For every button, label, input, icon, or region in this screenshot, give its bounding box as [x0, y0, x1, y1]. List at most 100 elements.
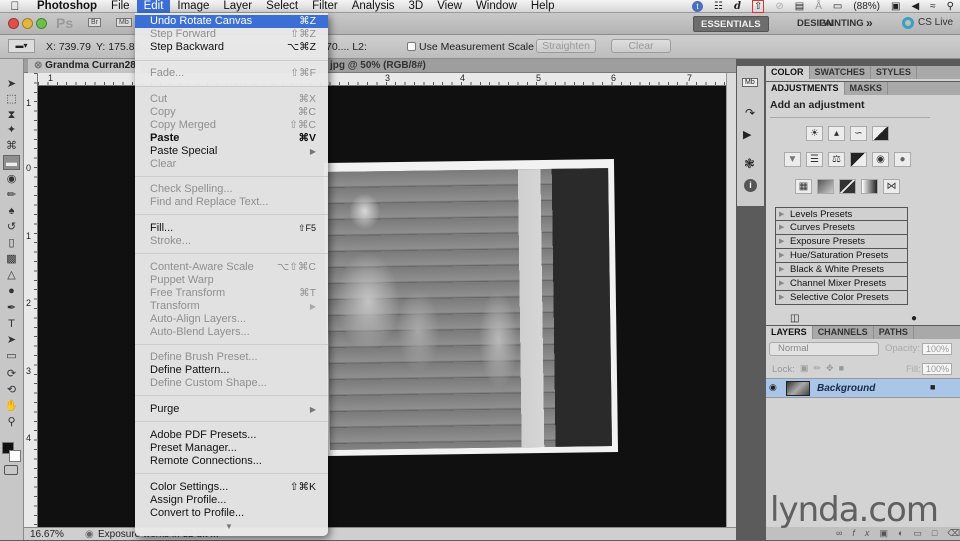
menu-item-assign-profile[interactable]: Assign Profile... [135, 494, 328, 507]
menu-item-adobe-pdf-presets[interactable]: Adobe PDF Presets... [135, 429, 328, 442]
preset-channel-mixer[interactable]: Channel Mixer Presets [775, 277, 908, 291]
tab-layers[interactable]: LAYERS [766, 326, 813, 339]
menu-3d[interactable]: 3D [402, 0, 431, 13]
lasso-tool-icon[interactable]: ⧗ [3, 108, 20, 123]
blur-tool-icon[interactable]: △ [3, 268, 20, 283]
menu-item-paste-special[interactable]: Paste Special ▶ [135, 145, 328, 158]
3d-orbit-tool-icon[interactable]: ⟲ [3, 383, 20, 398]
close-window-button[interactable] [8, 18, 19, 29]
tab-swatches[interactable]: SWATCHES [810, 66, 871, 79]
zoom-tool-icon[interactable]: ⚲ [3, 415, 20, 430]
black-white-icon[interactable] [850, 152, 867, 167]
fill-input[interactable]: 100% [922, 363, 952, 375]
opacity-input[interactable]: 100% [922, 343, 952, 355]
wifi-icon[interactable]: ≈ [930, 1, 936, 12]
gradient-map-icon[interactable] [861, 179, 878, 194]
menu-help[interactable]: Help [524, 0, 562, 13]
upload-icon[interactable]: ⇧ [751, 0, 765, 13]
menu-item-fill[interactable]: Fill... ⇧F5 [135, 222, 328, 235]
layer-name[interactable]: Background [817, 383, 875, 394]
tab-channels[interactable]: CHANNELS [813, 326, 874, 339]
tab-masks[interactable]: MASKS [845, 82, 889, 95]
menu-item-define-pattern[interactable]: Define Pattern... [135, 364, 328, 377]
menu-item-color-settings[interactable]: Color Settings... ⇧⌘K [135, 481, 328, 494]
bluetooth-icon[interactable]: Å [815, 1, 822, 12]
ruler-tool-preset-picker[interactable]: ▬▾ [8, 39, 35, 53]
zoom-level[interactable]: 16.67% [30, 529, 64, 541]
clip-to-layer-icon[interactable]: ● [911, 313, 917, 324]
battery-icon[interactable]: ▭ [833, 1, 842, 12]
menu-photoshop[interactable]: Photoshop [30, 0, 104, 13]
channel-mixer-icon[interactable]: ● [894, 152, 911, 167]
preset-selective-color[interactable]: Selective Color Presets [775, 291, 908, 305]
ruler-tool-icon[interactable]: ▬ [3, 155, 20, 170]
hand-tool-icon[interactable]: ✋ [3, 399, 20, 414]
menu-layer[interactable]: Layer [216, 0, 259, 13]
zoom-window-button[interactable] [36, 18, 47, 29]
history-brush-tool-icon[interactable]: ↺ [3, 220, 20, 235]
bridge-button[interactable]: Br [88, 18, 101, 27]
menu-item-convert-to-profile[interactable]: Convert to Profile... [135, 507, 328, 520]
pen-tool-icon[interactable]: ✒ [3, 301, 20, 316]
history-panel-icon[interactable]: ↷ [745, 106, 755, 120]
menu-window[interactable]: Window [469, 0, 524, 13]
levels-icon[interactable]: ▴ [828, 126, 845, 141]
menu-item-preset-manager[interactable]: Preset Manager... [135, 442, 328, 455]
minimize-window-button[interactable] [22, 18, 33, 29]
expanded-view-icon[interactable]: ◫ [790, 313, 799, 324]
brightness-contrast-icon[interactable]: ☀ [806, 126, 823, 141]
menu-item-paste[interactable]: Paste ⌘V [135, 132, 328, 145]
tweet-icon[interactable]: t [692, 1, 703, 12]
rectangle-tool-icon[interactable]: ▭ [3, 349, 20, 364]
vertical-scrollbar[interactable] [726, 73, 736, 527]
workspace-painting[interactable]: PAINTING [812, 16, 871, 32]
straighten-button[interactable]: Straighten [536, 39, 596, 53]
background-color-swatch[interactable] [9, 450, 21, 462]
quick-selection-tool-icon[interactable]: ✦ [3, 123, 20, 138]
visibility-eye-icon[interactable]: ◉ [769, 382, 777, 393]
exposure-icon[interactable] [872, 126, 889, 141]
menu-filter[interactable]: Filter [305, 0, 345, 13]
quick-mask-icon[interactable] [4, 465, 18, 475]
navigator-panel-icon[interactable]: ❃ [744, 156, 755, 172]
tab-styles[interactable]: STYLES [871, 66, 917, 79]
marquee-tool-icon[interactable]: ⬚ [3, 92, 20, 107]
info-panel-icon[interactable]: i [744, 179, 757, 192]
vertical-ruler[interactable]: 1 0 1 2 3 4 [24, 73, 38, 527]
tab-adjustments[interactable]: ADJUSTMENTS [766, 82, 845, 95]
menu-view[interactable]: View [430, 0, 469, 13]
lock-icons[interactable]: ▣✏✥■ [800, 363, 849, 374]
volume-icon[interactable]: ◀ [911, 1, 919, 12]
menu-item-purge[interactable]: Purge ▶ [135, 403, 328, 416]
menu-edit[interactable]: Edit [136, 0, 171, 13]
menu-item-undo-rotate-canvas[interactable]: Undo Rotate Canvas ⌘Z [135, 15, 328, 28]
selective-color-icon[interactable]: ⋈ [883, 179, 900, 194]
preset-exposure[interactable]: Exposure Presets [775, 235, 908, 249]
workspace-essentials[interactable]: ESSENTIALS [693, 16, 769, 32]
layer-row[interactable]: ◉ Background ■ [766, 378, 960, 398]
brush-tool-icon[interactable]: ✏ [3, 188, 20, 203]
color-balance-icon[interactable]: ⚖ [828, 152, 845, 167]
cs-live-menu[interactable]: CS Live [918, 17, 953, 28]
spotlight-search-icon[interactable]: ⚲ [947, 1, 954, 12]
preset-levels[interactable]: Levels Presets [775, 207, 908, 221]
actions-panel-icon[interactable]: ▶ [743, 128, 751, 141]
blend-mode-select[interactable]: Normal [769, 342, 879, 356]
photo-filter-icon[interactable]: ◉ [872, 152, 889, 167]
hue-saturation-icon[interactable]: ☰ [806, 152, 823, 167]
invert-icon[interactable]: ▦ [795, 179, 812, 194]
eraser-tool-icon[interactable]: ▯ [3, 236, 20, 251]
menu-analysis[interactable]: Analysis [345, 0, 402, 13]
curves-icon[interactable]: ∽ [850, 126, 867, 141]
apple-menu-icon[interactable]:  [0, 0, 30, 13]
path-selection-tool-icon[interactable]: ➤ [3, 333, 20, 348]
preset-hue-saturation[interactable]: Hue/Saturation Presets [775, 249, 908, 263]
menu-scroll-down-icon[interactable]: ▼ [225, 522, 233, 531]
sync-icon[interactable]: ⊘ [775, 1, 783, 12]
3d-rotate-tool-icon[interactable]: ⟳ [3, 367, 20, 382]
mini-bridge-panel-icon[interactable]: Mb [742, 78, 758, 87]
move-tool-icon[interactable]: ➤ [3, 77, 20, 92]
threshold-icon[interactable] [839, 179, 856, 194]
more-workspaces-button[interactable]: » [866, 16, 873, 30]
meter-icon[interactable]: ☷ [714, 1, 723, 12]
